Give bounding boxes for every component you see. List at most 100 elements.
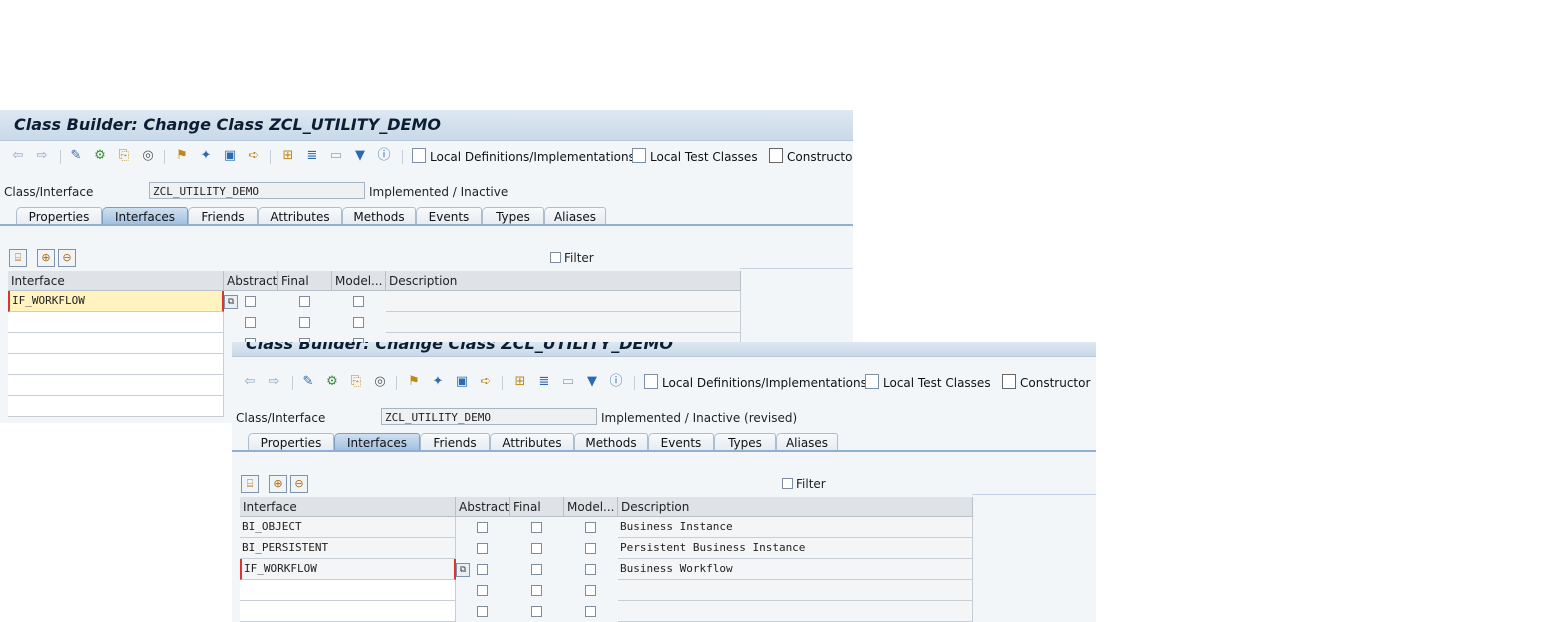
final-checkbox[interactable] (531, 522, 542, 533)
object-list-icon[interactable]: ⚑ (406, 374, 422, 390)
check-icon[interactable]: ⚙ (324, 374, 340, 390)
navigation-icon[interactable]: ➪ (478, 374, 494, 390)
modeled-checkbox[interactable] (353, 296, 364, 307)
tab-interfaces[interactable]: Interfaces (102, 207, 188, 225)
info-icon[interactable]: ⓘ (608, 374, 624, 390)
modeled-checkbox[interactable] (585, 606, 596, 617)
interface-cell[interactable]: BI_OBJECT (240, 517, 456, 538)
layout-icon[interactable]: ▭ (328, 148, 344, 164)
pretty-printer-icon[interactable]: ≣ (536, 374, 552, 390)
modeled-checkbox[interactable] (585, 543, 596, 554)
interface-cell[interactable] (240, 580, 456, 601)
delete-row-button[interactable]: ⊖ (290, 475, 308, 493)
column-header-final[interactable]: Final (278, 271, 332, 291)
tab-methods[interactable]: Methods (342, 207, 416, 225)
filter-checkbox[interactable] (550, 252, 561, 263)
interface-cell[interactable] (8, 354, 224, 375)
column-header-description[interactable]: Description (386, 271, 741, 291)
tab-attributes[interactable]: Attributes (490, 433, 574, 451)
abstract-checkbox[interactable] (477, 606, 488, 617)
constructor-button[interactable]: Constructor (769, 148, 853, 164)
filter-icon[interactable]: ▼ (584, 374, 600, 390)
modeled-checkbox[interactable] (353, 317, 364, 328)
tab-properties[interactable]: Properties (16, 207, 102, 225)
insert-row-button[interactable]: ⊕ (37, 249, 55, 267)
interface-cell[interactable]: BI_PERSISTENT (240, 538, 456, 559)
column-header-abstract[interactable]: Abstract (224, 271, 278, 291)
tab-properties[interactable]: Properties (248, 433, 334, 451)
abstract-checkbox[interactable] (477, 522, 488, 533)
back-arrow-icon[interactable]: ⇦ (242, 374, 258, 390)
local-test-classes-button[interactable]: Local Test Classes (865, 374, 991, 390)
modeled-checkbox[interactable] (585, 522, 596, 533)
tab-interfaces[interactable]: Interfaces (334, 433, 420, 451)
class-name-field[interactable]: ZCL_UTILITY_DEMO (381, 408, 597, 425)
where-used-icon[interactable]: ◎ (140, 148, 156, 164)
forward-arrow-icon[interactable]: ⇨ (266, 374, 282, 390)
column-header-interface[interactable]: Interface (8, 271, 224, 291)
activate-icon[interactable]: ⎘ (348, 374, 364, 390)
modeled-checkbox[interactable] (585, 585, 596, 596)
interface-cell[interactable]: IF_WORKFLOW (240, 559, 456, 580)
layout-icon[interactable]: ▭ (560, 374, 576, 390)
final-checkbox[interactable] (531, 543, 542, 554)
wand-icon[interactable]: ✦ (430, 374, 446, 390)
interface-detail-button[interactable]: ⌸ (9, 249, 27, 267)
interface-cell[interactable] (8, 396, 224, 417)
final-checkbox[interactable] (299, 317, 310, 328)
object-list-icon[interactable]: ⚑ (174, 148, 190, 164)
forward-arrow-icon[interactable]: ⇨ (34, 148, 50, 164)
abstract-checkbox[interactable] (245, 317, 256, 328)
interface-cell[interactable] (8, 312, 224, 333)
tab-aliases[interactable]: Aliases (776, 433, 838, 451)
column-header-description[interactable]: Description (618, 497, 973, 517)
where-used-icon[interactable]: ◎ (372, 374, 388, 390)
tab-friends[interactable]: Friends (420, 433, 490, 451)
display-object-icon[interactable]: ▣ (454, 374, 470, 390)
check-icon[interactable]: ⚙ (92, 148, 108, 164)
interface-cell[interactable] (8, 375, 224, 396)
wand-icon[interactable]: ✦ (198, 148, 214, 164)
display-change-icon[interactable]: ✎ (68, 148, 84, 164)
tab-methods[interactable]: Methods (574, 433, 648, 451)
abstract-checkbox[interactable] (245, 296, 256, 307)
info-icon[interactable]: ⓘ (376, 148, 392, 164)
activate-icon[interactable]: ⎘ (116, 148, 132, 164)
display-change-icon[interactable]: ✎ (300, 374, 316, 390)
abstract-checkbox[interactable] (477, 564, 488, 575)
interface-cell[interactable]: IF_WORKFLOW (8, 291, 224, 312)
tab-friends[interactable]: Friends (188, 207, 258, 225)
back-arrow-icon[interactable]: ⇦ (10, 148, 26, 164)
local-definitions-button[interactable]: Local Definitions/Implementations (412, 148, 635, 164)
column-header-modeled[interactable]: Model... (564, 497, 618, 517)
class-name-field[interactable]: ZCL_UTILITY_DEMO (149, 182, 365, 199)
tab-aliases[interactable]: Aliases (544, 207, 606, 225)
final-checkbox[interactable] (531, 585, 542, 596)
column-header-modeled[interactable]: Model... (332, 271, 386, 291)
tab-types[interactable]: Types (714, 433, 776, 451)
final-checkbox[interactable] (299, 296, 310, 307)
tab-attributes[interactable]: Attributes (258, 207, 342, 225)
abstract-checkbox[interactable] (477, 585, 488, 596)
column-header-final[interactable]: Final (510, 497, 564, 517)
hierarchy-icon[interactable]: ⊞ (512, 374, 528, 390)
local-definitions-button[interactable]: Local Definitions/Implementations (644, 374, 867, 390)
hierarchy-icon[interactable]: ⊞ (280, 148, 296, 164)
interface-cell[interactable] (240, 601, 456, 622)
constructor-button[interactable]: Constructor (1002, 374, 1090, 390)
final-checkbox[interactable] (531, 606, 542, 617)
delete-row-button[interactable]: ⊖ (58, 249, 76, 267)
navigation-icon[interactable]: ➪ (246, 148, 262, 164)
modeled-checkbox[interactable] (585, 564, 596, 575)
abstract-checkbox[interactable] (477, 543, 488, 554)
display-object-icon[interactable]: ▣ (222, 148, 238, 164)
interface-cell[interactable] (8, 333, 224, 354)
pretty-printer-icon[interactable]: ≣ (304, 148, 320, 164)
filter-icon[interactable]: ▼ (352, 148, 368, 164)
tab-events[interactable]: Events (416, 207, 482, 225)
final-checkbox[interactable] (531, 564, 542, 575)
tab-events[interactable]: Events (648, 433, 714, 451)
tab-types[interactable]: Types (482, 207, 544, 225)
column-header-interface[interactable]: Interface (240, 497, 456, 517)
interface-detail-button[interactable]: ⌸ (241, 475, 259, 493)
